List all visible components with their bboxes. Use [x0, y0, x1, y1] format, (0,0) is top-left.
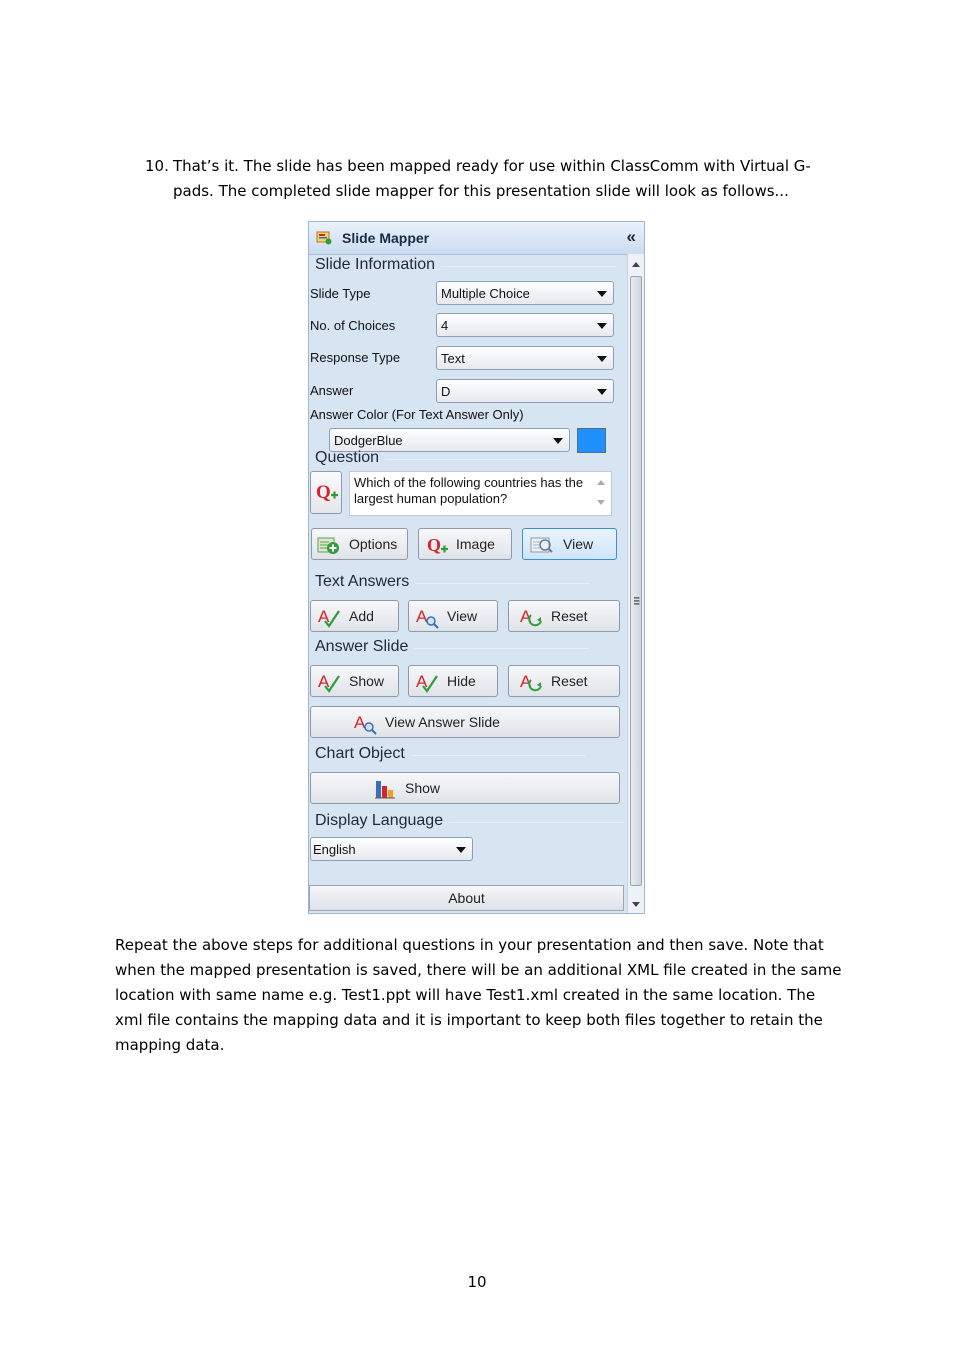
text-answer-reset-button[interactable]: A Reset: [508, 600, 620, 632]
view-answer-slide-button[interactable]: A View Answer Slide: [310, 706, 620, 738]
hide-label: Hide: [447, 673, 476, 689]
svg-text:A: A: [318, 607, 330, 626]
scroll-up-icon[interactable]: [632, 262, 640, 267]
answer-select[interactable]: D: [436, 379, 614, 403]
step-10: 10. That’s it. The slide has been mapped…: [145, 154, 845, 204]
slide-mapper-panel: Slide Mapper « Slide Information Slide T…: [308, 221, 645, 914]
find-text-icon: A: [416, 607, 439, 629]
answer-label: Answer: [310, 383, 354, 398]
question-options-button[interactable]: Options: [311, 528, 408, 560]
response-type-label: Response Type: [310, 350, 401, 365]
panel-title: Slide Mapper: [342, 230, 430, 246]
choices-select[interactable]: 4: [436, 313, 614, 337]
collapse-icon[interactable]: «: [627, 227, 636, 247]
section-question: Question: [315, 449, 561, 466]
answer-color-value: DodgerBlue: [334, 433, 403, 448]
spell-check-icon: A: [318, 672, 340, 693]
choices-label: No. of Choices: [310, 318, 396, 333]
text-answer-view-button[interactable]: A View: [408, 600, 498, 632]
answer-slide-hide-button[interactable]: A Hide: [408, 665, 498, 697]
page-number: 10: [467, 1273, 487, 1291]
scroll-down-icon[interactable]: [632, 902, 640, 907]
vertical-scrollbar[interactable]: ━ ━ ━: [627, 254, 644, 913]
question-icon-button[interactable]: Q: [310, 471, 342, 514]
chevron-down-icon: [597, 291, 607, 297]
question-add-icon: Q: [316, 482, 338, 503]
response-type-select[interactable]: Text: [436, 346, 614, 370]
section-slide-information: Slide Information: [315, 256, 617, 273]
answer-value: D: [441, 384, 451, 399]
svg-text:A: A: [416, 607, 428, 626]
choices-value: 4: [441, 318, 449, 333]
options-icon: [317, 537, 339, 554]
chevron-down-icon: [597, 389, 607, 395]
view-label: View: [447, 608, 478, 624]
step-number: 10.: [145, 157, 169, 175]
section-answer-slide: Answer Slide: [315, 638, 591, 655]
slide-type-select[interactable]: Multiple Choice: [436, 281, 614, 305]
grip-icon: ━ ━ ━: [634, 593, 640, 609]
spell-check-icon: A: [318, 607, 340, 628]
question-image-button[interactable]: Q Image: [418, 528, 512, 560]
reset-label: Reset: [551, 673, 588, 689]
scroll-down-icon[interactable]: [597, 500, 605, 505]
reset-label: Reset: [551, 608, 588, 624]
svg-text:A: A: [416, 672, 428, 691]
svg-text:Q: Q: [427, 535, 441, 555]
question-image-icon: Q: [427, 535, 448, 555]
answer-color-label: Answer Color (For Text Answer Only): [310, 407, 524, 422]
panel-header: Slide Mapper «: [309, 222, 644, 255]
slide-mapper-icon: [316, 231, 332, 245]
chevron-down-icon: [597, 356, 607, 362]
reset-icon: A: [520, 672, 542, 692]
about-button[interactable]: About: [309, 885, 624, 911]
section-display-language: Display Language: [315, 812, 625, 829]
chevron-down-icon: [456, 847, 466, 853]
chart-icon: [375, 781, 395, 799]
view-label: View: [563, 536, 594, 552]
find-text-icon: A: [354, 713, 377, 735]
image-label: Image: [456, 536, 495, 552]
language-select[interactable]: English: [310, 837, 473, 861]
view-icon: [530, 537, 553, 553]
spell-check-icon: A: [416, 672, 438, 693]
answer-color-swatch[interactable]: [577, 428, 606, 453]
svg-text:Q: Q: [316, 482, 331, 503]
slide-type-value: Multiple Choice: [441, 286, 530, 301]
chevron-down-icon: [597, 323, 607, 329]
reset-icon: A: [520, 607, 542, 627]
chart-show-label: Show: [405, 780, 441, 796]
step-text: That’s it. The slide has been mapped rea…: [173, 157, 811, 200]
section-text-answers: Text Answers: [315, 573, 592, 590]
svg-text:A: A: [354, 713, 366, 732]
question-textbox[interactable]: Which of the following countries has the…: [349, 471, 612, 516]
chevron-down-icon: [553, 438, 563, 444]
question-view-button[interactable]: View: [522, 528, 617, 560]
text-answer-add-button[interactable]: A Add: [310, 600, 399, 632]
add-label: Add: [349, 608, 374, 624]
scroll-up-icon[interactable]: [597, 480, 605, 485]
slide-type-label: Slide Type: [310, 286, 371, 301]
options-label: Options: [349, 536, 398, 552]
response-type-value: Text: [441, 351, 465, 366]
scrollbar-thumb[interactable]: ━ ━ ━: [630, 276, 642, 886]
language-value: English: [313, 842, 356, 857]
section-chart-object: Chart Object: [315, 745, 586, 762]
closing-paragraph: Repeat the above steps for additional qu…: [115, 936, 842, 1054]
answer-slide-reset-button[interactable]: A Reset: [508, 665, 620, 697]
question-text: Which of the following countries has the…: [354, 475, 584, 506]
svg-text:A: A: [318, 672, 330, 691]
show-label: Show: [349, 673, 385, 689]
view-answer-slide-label: View Answer Slide: [385, 714, 500, 730]
chart-object-show-button[interactable]: Show: [310, 772, 620, 804]
answer-slide-show-button[interactable]: A Show: [310, 665, 399, 697]
